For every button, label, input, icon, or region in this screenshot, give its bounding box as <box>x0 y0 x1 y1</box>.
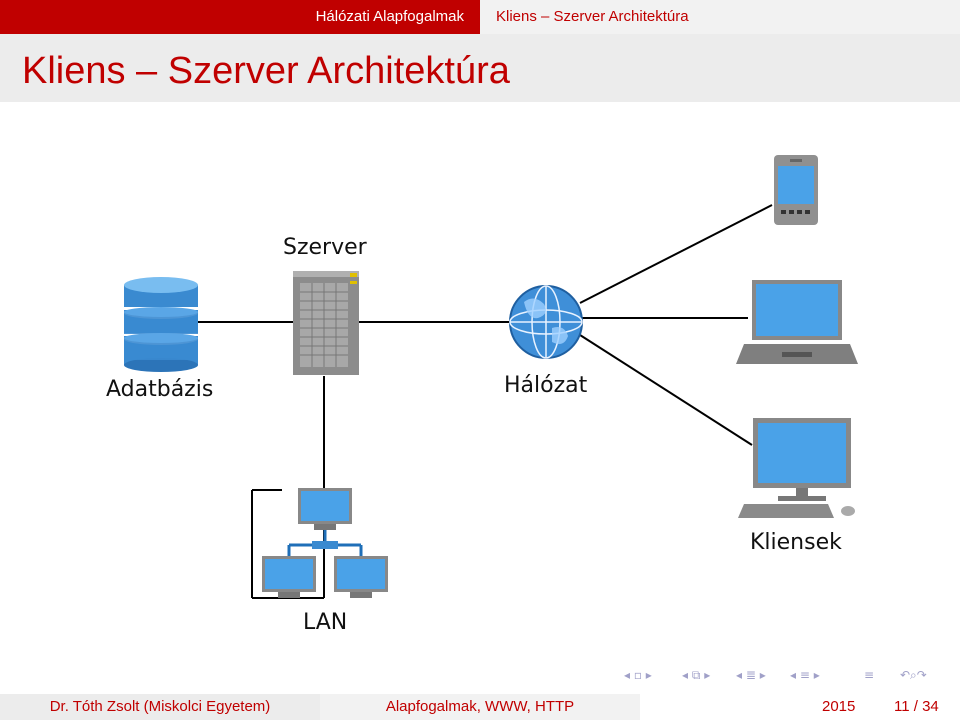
label-server: Szerver <box>283 235 368 260</box>
footer-talk: Alapfogalmak, WWW, HTTP <box>320 694 640 720</box>
phone-icon <box>774 155 818 225</box>
header-subsection[interactable]: Kliens – Szerver Architektúra <box>480 0 960 34</box>
nav-align-icon[interactable]: ≡ <box>864 668 874 682</box>
globe-icon <box>509 285 583 359</box>
client-server-diagram: Szerver Adatbázis Hálózat Kliensek LAN <box>106 155 858 635</box>
label-clients: Kliensek <box>750 530 842 555</box>
nav-frame-icon[interactable]: ◂ ⧉ ▸ <box>682 668 710 683</box>
footer-year: 2015 <box>822 698 856 715</box>
header-section[interactable]: Hálózati Alapfogalmak <box>0 0 480 34</box>
footer-info: 2015 11 / 34 <box>640 694 960 720</box>
footer-page-number: 11 / 34 <box>894 698 939 715</box>
connection-lines <box>198 204 773 599</box>
desktop-icon <box>738 418 855 518</box>
laptop-icon <box>736 280 858 364</box>
footer-bar: Dr. Tóth Zsolt (Miskolci Egyetem) Alapfo… <box>0 694 960 720</box>
database-icon <box>124 277 198 372</box>
nav-first-icon[interactable]: ◂ ▫ ▸ <box>624 668 652 682</box>
nav-subsection-icon[interactable]: ◂ ≣ ▸ <box>736 668 766 682</box>
nav-section-icon[interactable]: ◂ ≡ ▸ <box>790 668 820 682</box>
footer-author: Dr. Tóth Zsolt (Miskolci Egyetem) <box>0 694 320 720</box>
beamer-navigation: ◂ ▫ ▸ ◂ ⧉ ▸ ◂ ≣ ▸ ◂ ≡ ▸ ≡ ↶⌕↷ <box>620 668 960 688</box>
nav-search-icon[interactable]: ↶⌕↷ <box>900 668 927 683</box>
frame-title: Kliens – Szerver Architektúra <box>22 50 510 92</box>
line-network-desktop <box>579 334 753 446</box>
header-bar: Hálózati Alapfogalmak Kliens – Szerver A… <box>0 0 960 34</box>
label-network: Hálózat <box>504 373 588 398</box>
server-icon <box>293 271 359 375</box>
label-lan: LAN <box>303 610 347 635</box>
label-database: Adatbázis <box>106 377 213 402</box>
line-network-phone <box>579 204 773 304</box>
